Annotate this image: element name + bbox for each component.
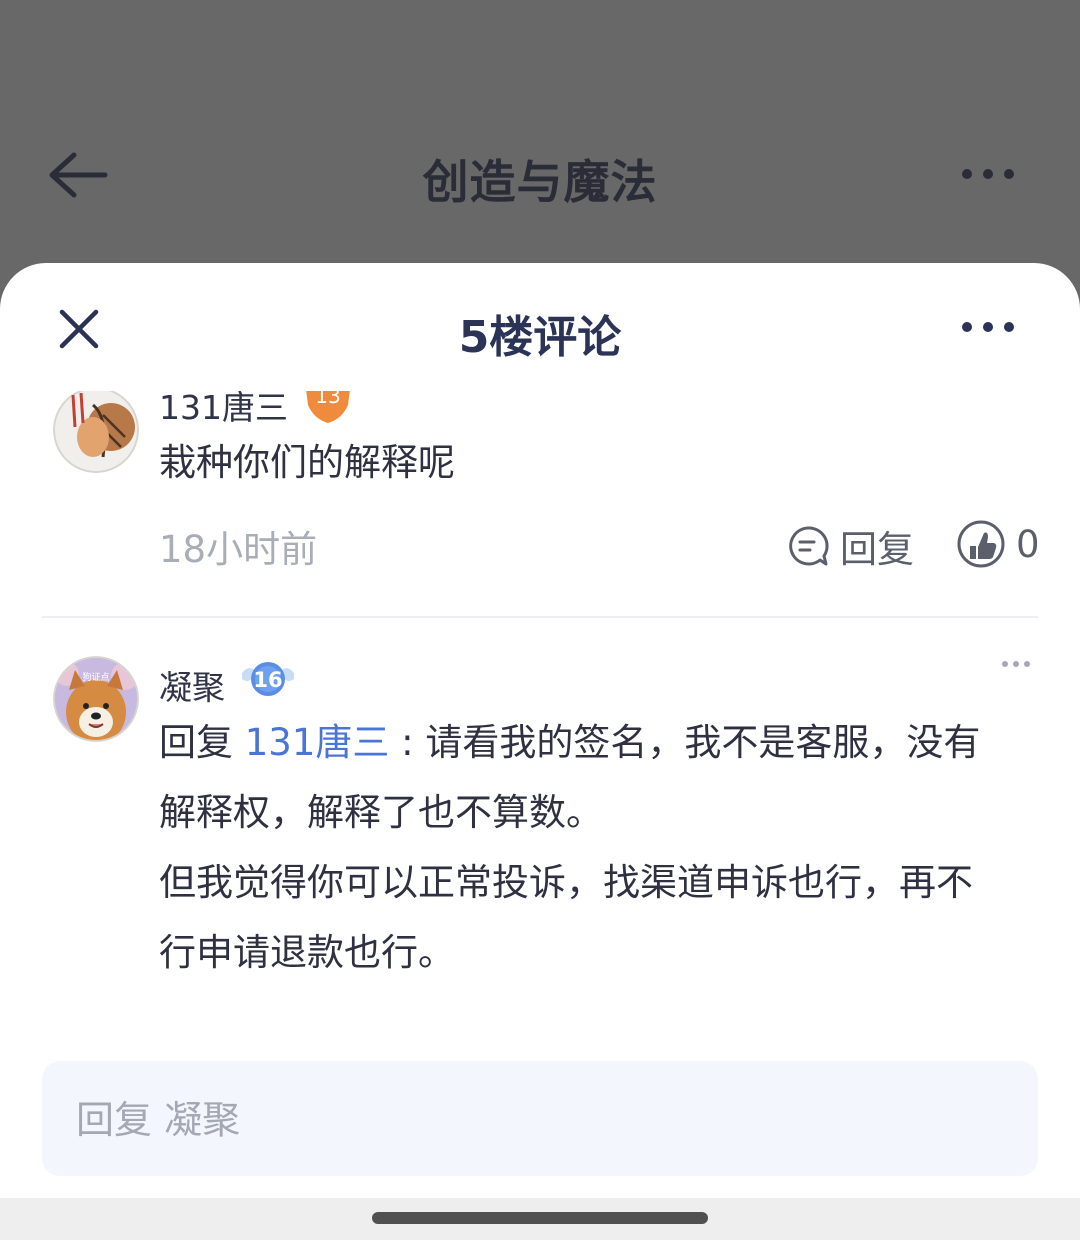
- like-count: 0: [1016, 522, 1040, 566]
- avatar[interactable]: 狗证点: [53, 656, 139, 742]
- like-button[interactable]: 0: [956, 519, 1040, 569]
- comment-text: 回复 131唐三 : 请看我的签名，我不是客服，没有 解释权，解释了也不算数。 …: [159, 708, 980, 988]
- thumbs-up-icon: [957, 520, 1005, 568]
- reply-button[interactable]: 回复: [786, 519, 914, 573]
- svg-text:13: 13: [315, 391, 340, 408]
- app-header: 创造与魔法: [0, 0, 1080, 263]
- timestamp: 18小时前: [159, 528, 318, 571]
- comment-text: 栽种你们的解释呢: [159, 441, 455, 484]
- svg-text:狗证点: 狗证点: [82, 671, 109, 683]
- reply-label: 回复: [840, 528, 914, 571]
- page-title: 创造与魔法: [422, 155, 658, 209]
- comment-icon: [789, 526, 829, 566]
- text-line-2: 解释权，解释了也不算数。: [159, 791, 603, 834]
- comment-list[interactable]: 131唐三 13 栽种你们的解释呢 18小时前 回复 0 狗证点 凝聚 16 回…: [0, 391, 1080, 1031]
- mention-link[interactable]: 131唐三: [245, 721, 390, 764]
- level-badge-icon: 13: [306, 391, 350, 423]
- username[interactable]: 131唐三: [159, 391, 288, 429]
- reply-prefix: 回复: [159, 721, 233, 764]
- separator: :: [401, 721, 414, 764]
- text-line-4: 行申请退款也行。: [159, 931, 455, 974]
- reply-input-box[interactable]: [42, 1061, 1038, 1178]
- sheet-title: 5楼评论: [458, 312, 622, 363]
- text-line-3: 但我觉得你可以正常投诉，找渠道申诉也行，再不: [159, 861, 973, 904]
- comment-sheet: 5楼评论 131唐三 13 栽种你们的解释呢 18小时前 回复 0 狗证点 凝聚…: [0, 263, 1080, 1198]
- more-icon[interactable]: [962, 169, 1014, 179]
- home-indicator[interactable]: [372, 1212, 708, 1224]
- text-line-1: 请看我的签名，我不是客服，没有: [425, 721, 981, 764]
- username[interactable]: 凝聚: [159, 661, 225, 709]
- svg-text:16: 16: [253, 668, 282, 692]
- avatar[interactable]: [53, 391, 139, 473]
- system-nav-bar: [0, 1198, 1080, 1240]
- divider: [42, 616, 1038, 618]
- reply-line: 回复 131唐三 : 请看我的签名，我不是客服，没有: [159, 708, 980, 778]
- sheet-more-icon[interactable]: [962, 322, 1014, 332]
- reply-input[interactable]: [74, 1061, 978, 1178]
- comment-more-icon[interactable]: [1002, 661, 1030, 667]
- level-badge-icon: 16: [242, 662, 294, 696]
